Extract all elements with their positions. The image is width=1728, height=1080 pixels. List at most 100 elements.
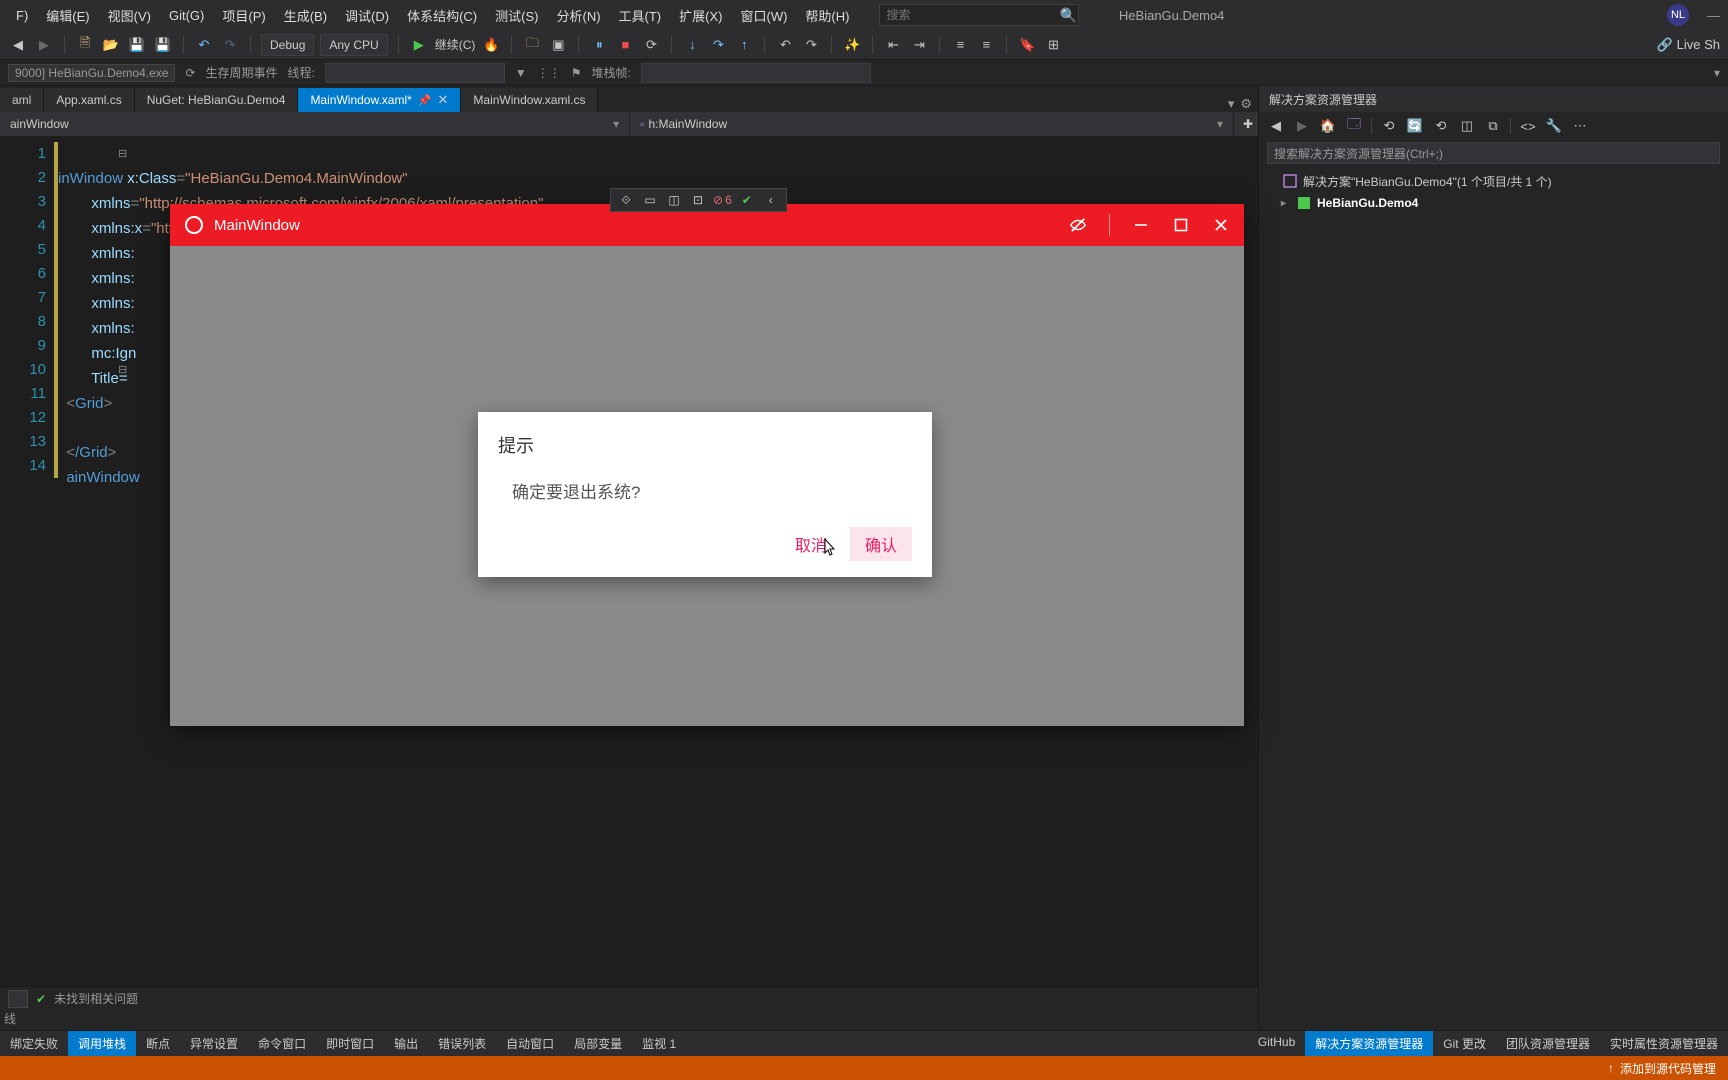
sync-icon[interactable]: ⟲ <box>1380 117 1398 135</box>
step-over-icon[interactable]: ↷ <box>708 35 728 55</box>
hot-reload-icon[interactable]: 🔥 <box>481 35 501 55</box>
scm-label[interactable]: 添加到源代码管理 <box>1620 1060 1716 1077</box>
continue-label[interactable]: 继续(C) <box>435 36 476 53</box>
lifecycle-icon[interactable]: ⟳ <box>185 66 195 80</box>
bt-locals[interactable]: 局部变量 <box>564 1031 632 1056</box>
search-icon[interactable]: 🔍 <box>1059 7 1076 24</box>
ok-button[interactable]: 确认 <box>850 527 912 561</box>
fold-icon[interactable]: ⊟ <box>118 142 132 166</box>
menu-analyze[interactable]: 分析(N) <box>548 2 608 29</box>
save-icon[interactable]: 💾 <box>127 35 147 55</box>
visibility-icon[interactable] <box>1069 216 1087 234</box>
wrench-icon[interactable]: 🔧 <box>1545 117 1563 135</box>
collapse-left-icon[interactable]: ‹ <box>762 191 780 209</box>
menu-project[interactable]: 项目(P) <box>214 2 273 29</box>
tree-project-row[interactable]: ▸ HeBianGu.Demo4 <box>1267 192 1720 214</box>
hot-reload-ok-icon[interactable]: ✔ <box>738 191 756 209</box>
threads-icon[interactable]: ⋮⋮ <box>537 66 561 80</box>
bt-live-properties[interactable]: 实时属性资源管理器 <box>1600 1031 1728 1056</box>
bt-immediate[interactable]: 即时窗口 <box>316 1031 384 1056</box>
copy-icon[interactable]: ⧉ <box>1484 117 1502 135</box>
menu-build[interactable]: 生成(B) <box>276 2 335 29</box>
pause-icon[interactable]: ⏸ <box>589 35 609 55</box>
nav-back-icon[interactable]: ◀ <box>8 35 28 55</box>
menu-view[interactable]: 视图(V) <box>100 2 159 29</box>
chevron-right-icon[interactable]: ▸ <box>1281 198 1291 209</box>
avatar[interactable]: NL <box>1667 4 1689 26</box>
thread-combo[interactable] <box>325 63 505 83</box>
continue-icon[interactable]: ▶ <box>409 35 429 55</box>
config-combo[interactable]: Debug <box>261 34 314 56</box>
layout-icon[interactable]: ◫ <box>665 191 683 209</box>
track-icon[interactable]: ⊡ <box>689 191 707 209</box>
bt-team-explorer[interactable]: 团队资源管理器 <box>1496 1031 1600 1056</box>
bookmark-icon[interactable]: 🔖 <box>1017 35 1037 55</box>
menu-architecture[interactable]: 体系结构(C) <box>399 2 485 29</box>
menu-window[interactable]: 窗口(W) <box>732 2 795 29</box>
panel-search[interactable]: 搜索解决方案资源管理器(Ctrl+;) <box>1267 142 1720 164</box>
home-fwd-icon[interactable]: ▶ <box>1293 117 1311 135</box>
split-editor-icon[interactable]: ✚ <box>1238 114 1258 134</box>
xaml-debug-toolbar[interactable]: ⟐ ▭ ◫ ⊡ ⊘6 ✔ ‹ <box>610 188 787 212</box>
close-icon[interactable]: ✕ <box>438 92 449 108</box>
menu-edit[interactable]: 编辑(E) <box>38 2 97 29</box>
stackframe-combo[interactable] <box>641 63 871 83</box>
app-minimize-icon[interactable] <box>1132 216 1150 234</box>
bt-error-list[interactable]: 错误列表 <box>428 1031 496 1056</box>
browser-icon[interactable]: 🗀 <box>522 35 542 55</box>
more-icon[interactable]: ⋯ <box>1571 117 1589 135</box>
warning-count[interactable]: ⊘6 <box>713 193 732 207</box>
stop-icon[interactable]: ■ <box>615 35 635 55</box>
refresh-icon[interactable]: 🔄 <box>1406 117 1424 135</box>
scm-up-icon[interactable]: ↑ <box>1608 1061 1614 1075</box>
undo-icon-2[interactable]: ↶ <box>775 35 795 55</box>
restart-icon[interactable]: ⟳ <box>641 35 661 55</box>
bt-call-stack[interactable]: 调用堆栈 <box>68 1031 136 1056</box>
show-all-icon[interactable]: ◫ <box>1458 117 1476 135</box>
wand-icon[interactable]: ✨ <box>842 35 862 55</box>
menu-tools[interactable]: 工具(T) <box>611 2 670 29</box>
menu-debug[interactable]: 调试(D) <box>337 2 397 29</box>
crumb-class[interactable]: ainWindow ▾ <box>0 112 630 136</box>
bt-command[interactable]: 命令窗口 <box>248 1031 316 1056</box>
bt-git-changes[interactable]: Git 更改 <box>1433 1031 1496 1056</box>
platform-combo[interactable]: Any CPU <box>320 34 387 56</box>
tree-solution-row[interactable]: 解决方案"HeBianGu.Demo4"(1 个项目/共 1 个) <box>1267 170 1720 192</box>
search-input[interactable] <box>879 4 1079 26</box>
redo-icon[interactable]: ↷ <box>220 35 240 55</box>
bt-binding-fail[interactable]: 绑定失败 <box>0 1031 68 1056</box>
overflow-icon[interactable]: ▾ <box>1714 66 1720 80</box>
uncomment-icon[interactable]: ≡ <box>976 35 996 55</box>
app-close-icon[interactable] <box>1212 216 1230 234</box>
comment-icon[interactable]: ≡ <box>950 35 970 55</box>
menu-extensions[interactable]: 扩展(X) <box>671 2 730 29</box>
bt-autos[interactable]: 自动窗口 <box>496 1031 564 1056</box>
app-maximize-icon[interactable] <box>1172 216 1190 234</box>
tab-aml[interactable]: aml <box>0 88 44 112</box>
home-back-icon[interactable]: ◀ <box>1267 117 1285 135</box>
window-minimize-icon[interactable]: — <box>1707 8 1720 23</box>
switch-view-icon[interactable]: 🗔 <box>1345 117 1363 135</box>
flag-icon[interactable]: ⚑ <box>571 66 582 80</box>
tab-app-xaml-cs[interactable]: App.xaml.cs <box>44 88 134 112</box>
cancel-button[interactable]: 取消 <box>780 527 842 561</box>
tab-nuget[interactable]: NuGet: HeBianGu.Demo4 <box>135 88 299 112</box>
menu-file-partial[interactable]: F) <box>8 4 36 27</box>
step-into-icon[interactable]: ↓ <box>682 35 702 55</box>
collapse-icon[interactable]: ⟲ <box>1432 117 1450 135</box>
tab-settings-icon[interactable]: ⚙ <box>1240 96 1252 112</box>
format-icon[interactable]: ⊞ <box>1043 35 1063 55</box>
pin-icon[interactable]: 📌 <box>418 94 432 107</box>
home-icon[interactable]: 🏠 <box>1319 117 1337 135</box>
inspect-icon[interactable]: ⟐ <box>617 191 635 209</box>
tab-overflow-icon[interactable]: ▾ <box>1228 96 1235 112</box>
undo-icon[interactable]: ↶ <box>194 35 214 55</box>
filter-icon[interactable]: ▼ <box>515 66 527 80</box>
menu-test[interactable]: 测试(S) <box>487 2 546 29</box>
new-project-icon[interactable]: 🗎 <box>75 35 95 55</box>
bt-output[interactable]: 输出 <box>384 1031 428 1056</box>
save-all-icon[interactable]: 💾 <box>153 35 173 55</box>
crumb-member[interactable]: ▫ h:MainWindow ▾ <box>630 112 1234 136</box>
process-combo[interactable]: 9000] HeBianGu.Demo4.exe <box>8 64 175 82</box>
select-icon[interactable]: ▭ <box>641 191 659 209</box>
